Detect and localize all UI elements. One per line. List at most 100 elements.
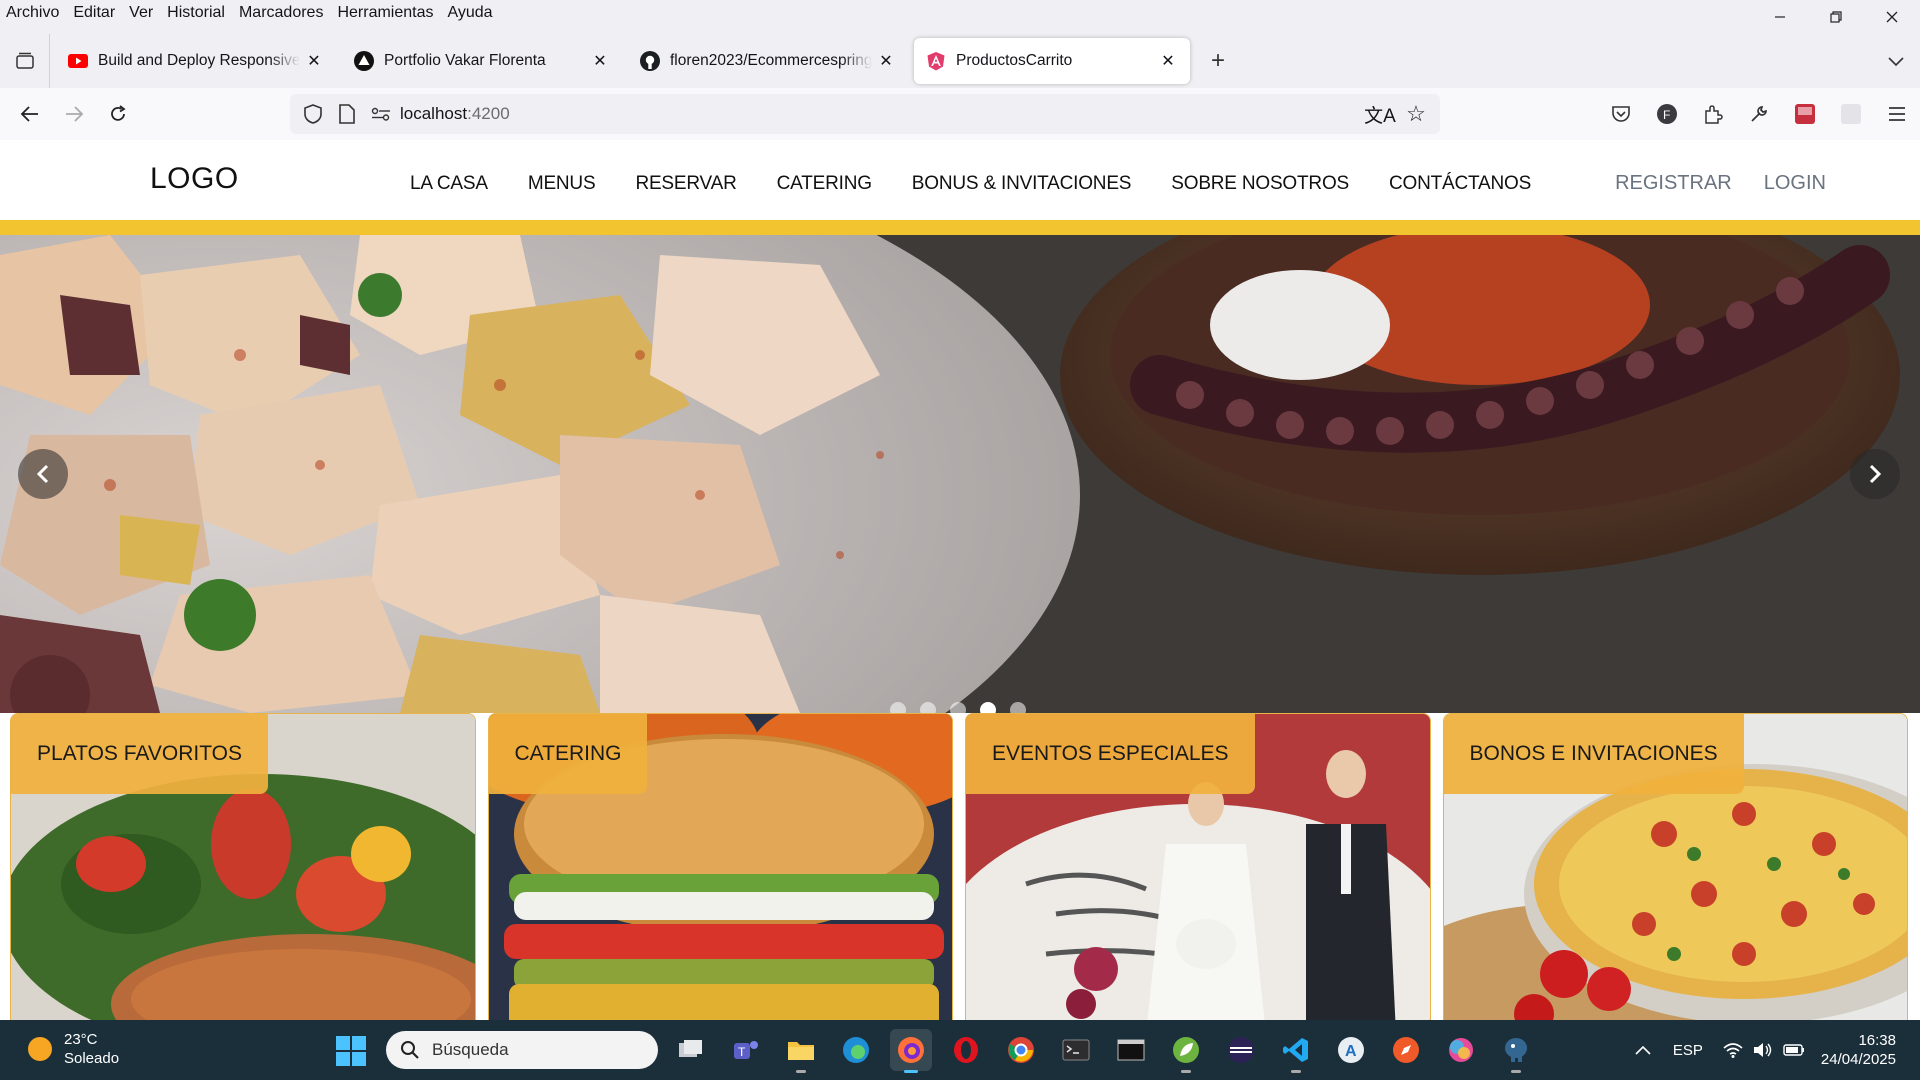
close-tab-icon[interactable]: ✕ (1158, 51, 1178, 71)
puzzle-icon (1705, 105, 1723, 124)
menu-historial[interactable]: Historial (167, 4, 225, 22)
devtools-button[interactable] (1736, 92, 1782, 136)
new-tab-button[interactable]: + (1198, 41, 1238, 81)
menu-marcadores[interactable]: Marcadores (239, 4, 323, 22)
plus-icon: + (1210, 47, 1225, 74)
close-tab-icon[interactable]: ✕ (876, 51, 896, 71)
chrome-app[interactable] (1000, 1029, 1042, 1071)
chevron-up-icon[interactable] (1635, 1045, 1651, 1055)
feature-cards: PLATOS FAVORITOS CATERING EVENTOS ESPECI… (0, 713, 1920, 1020)
tab-youtube[interactable]: Build and Deploy Responsive Re ✕ (56, 38, 336, 84)
permissions-icon[interactable] (366, 99, 396, 129)
spring-tools-app[interactable] (1165, 1029, 1207, 1073)
carousel-prev-button[interactable] (18, 449, 68, 499)
teams-app[interactable]: T (725, 1029, 767, 1071)
url-bar[interactable]: localhost:4200 文A ☆ (290, 94, 1440, 134)
carousel-dot[interactable] (1010, 702, 1026, 713)
search-placeholder: Búsqueda (432, 1040, 509, 1059)
register-link[interactable]: REGISTRAR (1615, 172, 1732, 195)
firefox-view-button[interactable] (0, 34, 50, 88)
firefox-app[interactable] (890, 1029, 932, 1073)
restore-button[interactable] (1808, 0, 1864, 34)
menu-herramientas[interactable]: Herramientas (337, 4, 433, 22)
tab-productos-carrito[interactable]: ProductosCarrito ✕ (914, 38, 1190, 84)
tab-portfolio[interactable]: Portfolio Vakar Florenta ✕ (342, 38, 622, 84)
nav-la-casa[interactable]: LA CASA (410, 173, 488, 195)
cmd-app[interactable] (1110, 1029, 1152, 1071)
list-all-tabs-button[interactable] (1882, 48, 1910, 76)
file-explorer-app[interactable] (780, 1029, 822, 1073)
url-bar-actions: 文A ☆ (1362, 98, 1434, 130)
menu-archivo[interactable]: Archivo (6, 4, 59, 22)
reload-button[interactable] (96, 92, 140, 136)
language-indicator[interactable]: ESP (1673, 1042, 1703, 1059)
nav-catering[interactable]: CATERING (777, 173, 872, 195)
app-menu-button[interactable] (1874, 92, 1920, 136)
carousel-dot-active[interactable] (980, 702, 996, 713)
opera-app[interactable] (945, 1029, 987, 1071)
cors-extension-button[interactable] (1782, 92, 1828, 136)
extensions-button[interactable] (1690, 92, 1736, 136)
nav-reservar[interactable]: RESERVAR (635, 173, 736, 195)
start-button[interactable] (336, 1036, 366, 1066)
compass-app[interactable] (1385, 1029, 1427, 1071)
page-icon[interactable] (332, 99, 362, 129)
terminal-app[interactable] (1055, 1029, 1097, 1071)
weather-widget[interactable]: 23°C Soleado (28, 1030, 119, 1068)
close-tab-icon[interactable]: ✕ (590, 51, 610, 71)
nav-sobre-nosotros[interactable]: SOBRE NOSOTROS (1171, 173, 1349, 195)
firefox-view-icon (15, 52, 34, 69)
forward-button[interactable] (52, 92, 96, 136)
wifi-icon[interactable] (1723, 1042, 1743, 1058)
card-label: EVENTOS ESPECIALES (966, 714, 1255, 794)
angular-icon (926, 51, 946, 71)
back-button[interactable] (8, 92, 52, 136)
battery-icon[interactable] (1783, 1043, 1805, 1057)
pinned-apps: T A (670, 1029, 1550, 1073)
postgres-app[interactable] (1495, 1029, 1537, 1073)
close-tab-icon[interactable]: ✕ (304, 51, 324, 71)
carousel-dot[interactable] (950, 702, 966, 713)
eclipse-icon (1228, 1037, 1254, 1063)
card-catering[interactable]: CATERING (487, 713, 953, 1020)
main-nav: LA CASA MENUS RESERVAR CATERING BONUS & … (410, 173, 1571, 195)
close-window-button[interactable] (1864, 0, 1920, 34)
nav-menus[interactable]: MENUS (528, 173, 596, 195)
minimize-button[interactable] (1752, 0, 1808, 34)
nav-bonus-invitaciones[interactable]: BONUS & INVITACIONES (912, 173, 1132, 195)
carousel-dot[interactable] (920, 702, 936, 713)
carousel-dot[interactable] (890, 702, 906, 713)
color-app[interactable] (1440, 1029, 1482, 1071)
card-eventos-especiales[interactable]: EVENTOS ESPECIALES (965, 713, 1431, 1020)
site-logo[interactable]: LOGO (150, 162, 239, 196)
tab-title: Portfolio Vakar Florenta (384, 52, 546, 69)
menu-editar[interactable]: Editar (73, 4, 115, 22)
bookmark-button[interactable]: ☆ (1398, 98, 1434, 130)
shield-icon[interactable] (298, 99, 328, 129)
extension-button[interactable] (1828, 92, 1874, 136)
tab-github[interactable]: floren2023/Ecommercespring: E ✕ (628, 38, 908, 84)
angular-app[interactable]: A (1330, 1029, 1372, 1071)
card-platos-favoritos[interactable]: PLATOS FAVORITOS (10, 713, 476, 1020)
github-icon (640, 51, 660, 71)
clock[interactable]: 16:38 24/04/2025 (1821, 1031, 1896, 1069)
taskbar-search[interactable]: Búsqueda (386, 1031, 658, 1069)
menu-ver[interactable]: Ver (129, 4, 153, 22)
vscode-app[interactable] (1275, 1029, 1317, 1073)
login-link[interactable]: LOGIN (1764, 172, 1826, 195)
system-tray: ESP 16:38 24/04/2025 (1635, 1020, 1920, 1080)
edge-app[interactable] (835, 1029, 877, 1071)
site-header: LOGO LA CASA MENUS RESERVAR CATERING BON… (0, 140, 1920, 220)
carousel-next-button[interactable] (1850, 449, 1900, 499)
nav-contactanos[interactable]: CONTÁCTANOS (1389, 173, 1531, 195)
translate-button[interactable]: 文A (1362, 98, 1398, 130)
menu-ayuda[interactable]: Ayuda (447, 4, 492, 22)
carousel-indicators (890, 702, 1040, 713)
task-view-button[interactable] (670, 1029, 712, 1071)
card-bonos-invitaciones[interactable]: BONOS E INVITACIONES (1442, 713, 1908, 1020)
eclipse-app[interactable] (1220, 1029, 1262, 1071)
account-button[interactable]: F (1644, 92, 1690, 136)
a-letter-icon: A (1338, 1037, 1364, 1063)
pocket-button[interactable] (1598, 92, 1644, 136)
volume-icon[interactable] (1753, 1042, 1773, 1058)
